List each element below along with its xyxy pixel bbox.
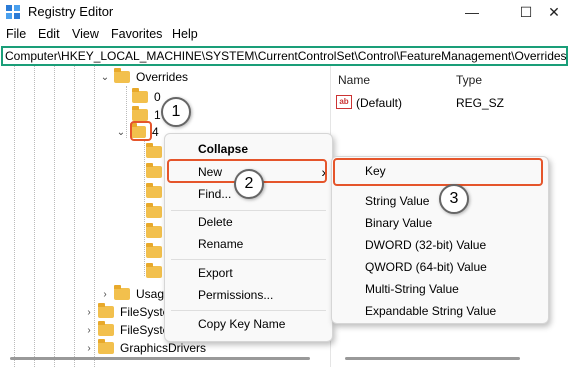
folder-icon xyxy=(132,88,148,103)
folder-icon xyxy=(98,321,114,336)
menu-bar: File Edit View Favorites Help xyxy=(0,24,571,44)
node-4-highlight xyxy=(130,121,152,141)
tree-node-usage[interactable]: › Usag xyxy=(100,284,164,304)
tree-node-filesystem-2[interactable]: › FileSyste xyxy=(84,320,169,340)
step-badge-1: 1 xyxy=(161,97,191,127)
menu-separator xyxy=(171,259,326,260)
folder-icon xyxy=(146,163,162,178)
tree-node-label: GraphicsDrivers xyxy=(120,341,207,355)
minimize-button[interactable]: — xyxy=(452,0,492,24)
string-value-icon: ab xyxy=(336,95,352,109)
chevron-right-icon[interactable]: › xyxy=(84,343,94,354)
folder-icon xyxy=(114,285,130,300)
tree-node-0[interactable]: 0 xyxy=(132,87,161,107)
folder-icon xyxy=(146,183,162,198)
title-bar: Registry Editor — ☐ ✕ xyxy=(0,0,571,24)
submenu-item-expandable-string-value[interactable]: Expandable String Value xyxy=(332,300,548,322)
tree-node-label: 0 xyxy=(154,90,161,104)
value-row[interactable]: ab (Default) REG_SZ xyxy=(331,94,571,112)
menu-favorites[interactable]: Favorites xyxy=(111,27,162,41)
chevron-down-icon[interactable]: ⌄ xyxy=(116,127,126,138)
folder-icon xyxy=(132,106,148,121)
close-button[interactable]: ✕ xyxy=(537,0,571,24)
menu-file[interactable]: File xyxy=(6,27,26,41)
menu-item-collapse[interactable]: Collapse xyxy=(165,138,332,160)
values-horizontal-scrollbar[interactable] xyxy=(345,357,520,360)
step-badge-2: 2 xyxy=(234,169,264,199)
folder-icon xyxy=(98,303,114,318)
submenu-item-binary-value[interactable]: Binary Value xyxy=(332,212,548,234)
address-bar[interactable]: Computer\HKEY_LOCAL_MACHINE\SYSTEM\Curre… xyxy=(1,46,568,66)
menu-help[interactable]: Help xyxy=(172,27,198,41)
chevron-down-icon[interactable]: ⌄ xyxy=(100,72,110,83)
registry-editor-icon xyxy=(6,5,20,19)
menu-item-permissions[interactable]: Permissions... xyxy=(165,284,332,306)
folder-icon xyxy=(114,68,130,83)
tree-node-label: 1 xyxy=(154,108,161,122)
tree-node-label: FileSyste xyxy=(120,323,170,337)
folder-icon xyxy=(98,339,114,354)
tree-node-label: FileSyste xyxy=(120,305,170,319)
tree-node-label: Usag xyxy=(136,287,165,301)
column-header-type[interactable]: Type xyxy=(456,73,482,87)
tree-node-label: 4 xyxy=(152,125,159,139)
tree-node-overrides[interactable]: ⌄ Overrides xyxy=(100,67,188,87)
chevron-right-icon[interactable]: › xyxy=(84,325,94,336)
submenu-item-qword-value[interactable]: QWORD (64-bit) Value xyxy=(332,256,548,278)
column-header-name[interactable]: Name xyxy=(338,73,370,87)
chevron-right-icon[interactable]: › xyxy=(100,289,110,300)
folder-icon xyxy=(146,223,162,238)
tree-node-filesystem-1[interactable]: › FileSyste xyxy=(84,302,169,322)
menu-edit[interactable]: Edit xyxy=(38,27,60,41)
menu-item-rename[interactable]: Rename xyxy=(165,233,332,255)
menu-item-delete[interactable]: Delete xyxy=(165,211,332,233)
folder-icon xyxy=(146,203,162,218)
key-item-highlight xyxy=(333,158,543,186)
folder-icon xyxy=(146,263,162,278)
value-type: REG_SZ xyxy=(456,96,505,110)
menu-view[interactable]: View xyxy=(72,27,99,41)
submenu-item-multi-string-value[interactable]: Multi-String Value xyxy=(332,278,548,300)
folder-icon xyxy=(146,143,162,158)
menu-separator xyxy=(171,310,326,311)
submenu-item-dword-value[interactable]: DWORD (32-bit) Value xyxy=(332,234,548,256)
tree-node-label: Overrides xyxy=(136,70,189,84)
step-badge-3: 3 xyxy=(439,184,469,214)
folder-icon xyxy=(146,243,162,258)
chevron-right-icon[interactable]: › xyxy=(84,307,94,318)
value-name: (Default) xyxy=(356,96,403,110)
menu-item-copy-key-name[interactable]: Copy Key Name xyxy=(165,313,332,335)
menu-item-export[interactable]: Export xyxy=(165,262,332,284)
tree-horizontal-scrollbar[interactable] xyxy=(10,357,310,360)
window-title: Registry Editor xyxy=(28,4,114,19)
